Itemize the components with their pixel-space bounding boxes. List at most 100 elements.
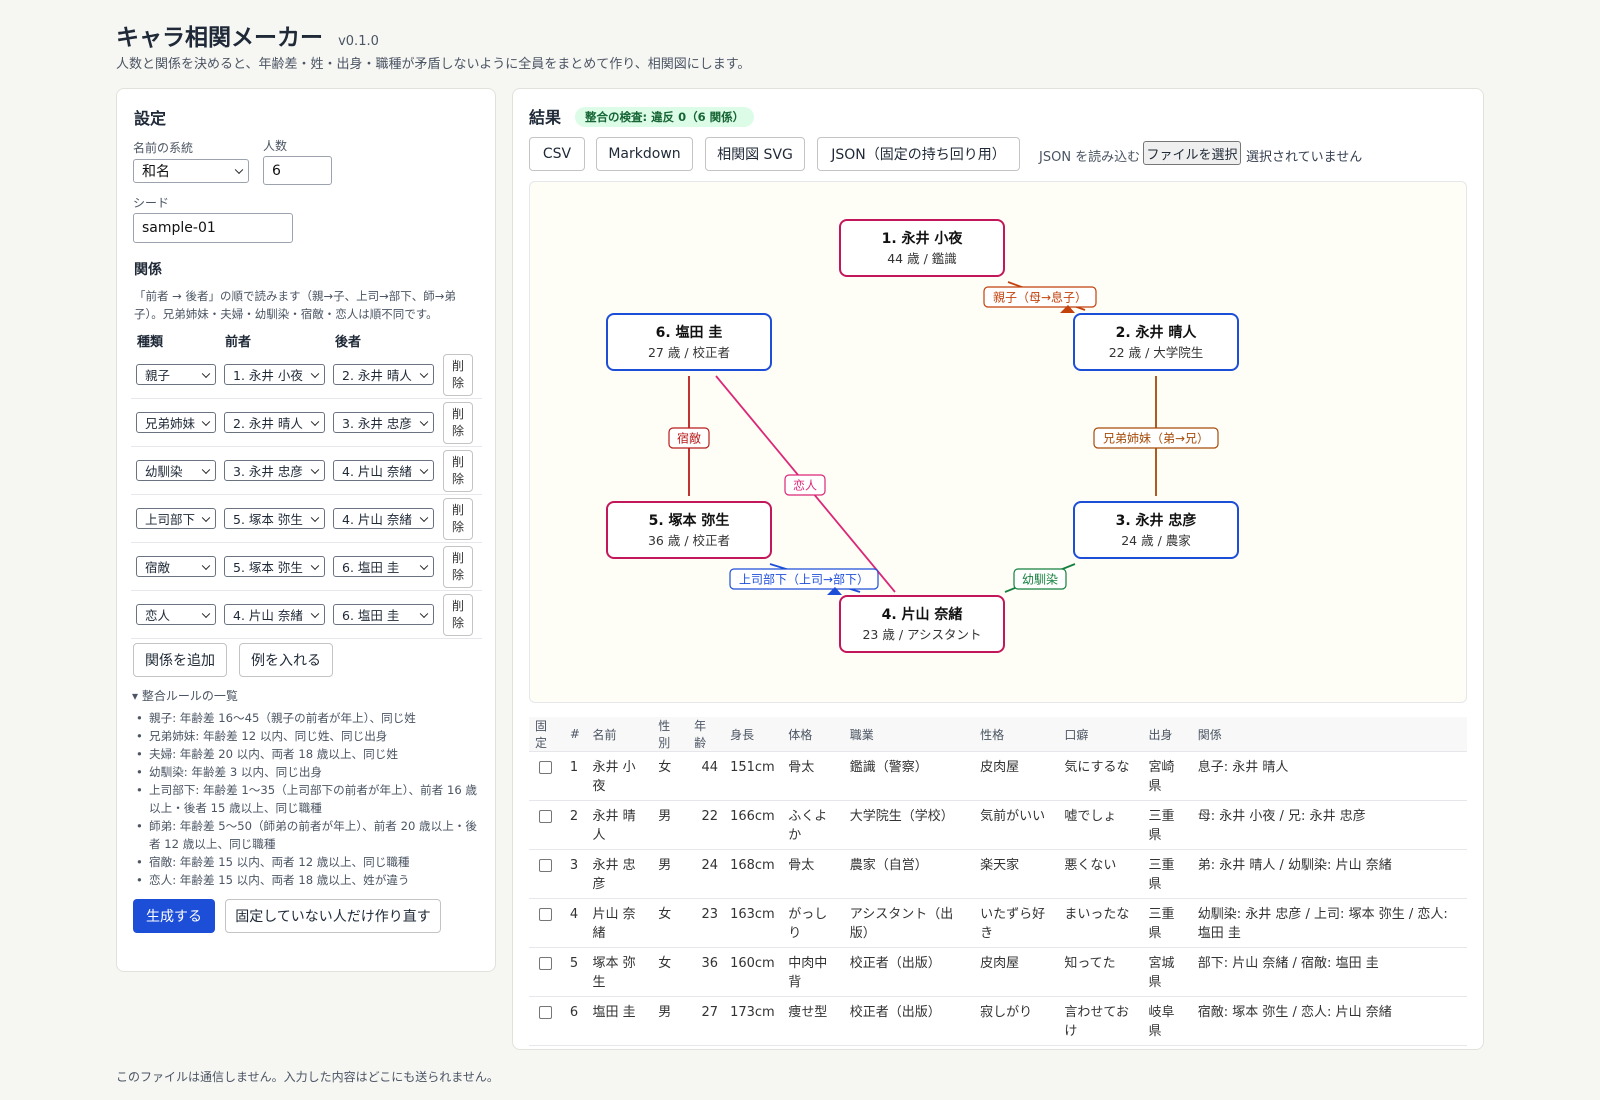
character-node[interactable]: 1. 永井 小夜 44 歳 / 鑑識 xyxy=(839,219,1005,277)
relation-second-select[interactable]: 3. 永井 忠彦 xyxy=(333,412,434,433)
delete-relation-button[interactable]: 削除 xyxy=(443,498,473,540)
cell-relations: 弟: 永井 晴人 / 幼馴染: 片山 奈緒 xyxy=(1191,849,1467,899)
export-json-button[interactable]: JSON（固定の持ち回り用） xyxy=(817,137,1020,171)
add-relation-button[interactable]: 関係を追加 xyxy=(133,643,227,677)
cell-height: 173cm xyxy=(724,996,783,1046)
relation-second-select[interactable]: 6. 塩田 圭 xyxy=(333,556,434,577)
relation-first-select[interactable]: 2. 永井 晴人 xyxy=(224,412,325,433)
regenerate-unfixed-button[interactable]: 固定していない人だけ作り直す xyxy=(225,899,441,933)
cell-relations: 幼馴染: 永井 忠彦 / 上司: 塚本 弥生 / 恋人: 塩田 圭 xyxy=(1191,898,1467,948)
relation-second-select[interactable]: 6. 塩田 圭 xyxy=(333,604,434,625)
seed-label: シード xyxy=(133,196,170,210)
fixed-checkbox[interactable] xyxy=(539,908,552,921)
fixed-checkbox[interactable] xyxy=(539,810,552,823)
node-box xyxy=(606,501,772,559)
delete-relation-button[interactable]: 削除 xyxy=(443,546,473,588)
table-row: 4 片山 奈緒女 23 163cm がっしり アシスタント（出版） いたずら好き まいったな三… xyxy=(529,898,1467,948)
table-header-cell: 性格 xyxy=(974,717,1059,752)
export-csv-button[interactable]: CSV xyxy=(529,137,585,171)
table-header-cell: 名前 xyxy=(586,717,653,752)
cell-personality: 皮肉屋 xyxy=(974,947,1059,997)
relation-second-select[interactable]: 2. 永井 晴人 xyxy=(333,364,434,385)
name-system-select[interactable]: 和名 xyxy=(133,159,249,183)
relation-first-select[interactable]: 4. 片山 奈緒 xyxy=(224,604,325,625)
table-row: 6 塩田 圭男 27 173cm 痩せ型 校正者（出版） 寂しがり 言わせておけ 岐阜県 宿敵: … xyxy=(529,996,1467,1046)
file-choose-button[interactable]: ファイルを選択 xyxy=(1143,141,1241,165)
table-row: 1 永井 小夜女 44 151cm 骨太 鑑識（警察） 皮肉屋 気にするな 宮崎県 息子: 永井 … xyxy=(529,751,1467,801)
name-system-label: 名前の系統 xyxy=(133,141,194,155)
node-detail: 27 歳 / 校正者 xyxy=(648,345,730,360)
relation-type-select[interactable]: 兄弟姉妹 xyxy=(136,412,216,433)
edge-label: 宿敵 xyxy=(668,427,710,449)
delete-relation-button[interactable]: 削除 xyxy=(443,450,473,492)
edge-label: 上司部下（上司→部下） xyxy=(729,568,879,590)
cell-personality: 皮肉屋 xyxy=(974,751,1059,801)
node-name: 5. 塚本 弥生 xyxy=(649,512,730,529)
rule-item: 師弟: 年齢差 5〜50（師弟の前者が年上）、前者 20 歳以上・後者 12 歳… xyxy=(136,817,486,853)
fixed-checkbox[interactable] xyxy=(539,1006,552,1019)
cell-phrase: 悪くない xyxy=(1058,849,1143,899)
relation-type-select[interactable]: 宿敵 xyxy=(136,556,216,577)
table-header-cell: 関係 xyxy=(1191,717,1467,752)
character-node[interactable]: 6. 塩田 圭 27 歳 / 校正者 xyxy=(606,313,772,371)
delete-relation-button[interactable]: 削除 xyxy=(443,402,473,444)
rules-summary-toggle[interactable]: ▾ 整合ルールの一覧 xyxy=(132,687,238,704)
relation-first-select[interactable]: 1. 永井 小夜 xyxy=(224,364,325,385)
character-node[interactable]: 5. 塚本 弥生 36 歳 / 校正者 xyxy=(606,501,772,559)
generate-button[interactable]: 生成する xyxy=(133,899,215,933)
relation-type-select[interactable]: 恋人 xyxy=(136,604,216,625)
relation-type-select[interactable]: 上司部下 xyxy=(136,508,216,529)
fixed-checkbox[interactable] xyxy=(539,957,552,970)
node-detail: 24 歳 / 農家 xyxy=(1121,533,1191,548)
rule-item: 夫婦: 年齢差 20 以内、両者 18 歳以上、同じ姓 xyxy=(136,745,486,763)
relation-first-select[interactable]: 3. 永井 忠彦 xyxy=(224,460,325,481)
character-node[interactable]: 2. 永井 晴人 22 歳 / 大学院生 xyxy=(1073,313,1239,371)
node-name: 6. 塩田 圭 xyxy=(656,324,723,341)
cell-job: 校正者（出版） xyxy=(843,947,975,997)
relation-row: 宿敵 5. 塚本 弥生 6. 塩田 圭削除 xyxy=(131,543,482,591)
cell-origin: 三重県 xyxy=(1142,849,1192,899)
relation-second-select[interactable]: 4. 片山 奈緒 xyxy=(333,460,434,481)
delete-relation-button[interactable]: 削除 xyxy=(443,594,473,636)
node-box xyxy=(606,313,772,371)
fixed-checkbox[interactable] xyxy=(539,761,552,774)
cell-gender: 男 xyxy=(652,849,689,899)
cell-age: 23 xyxy=(688,898,725,948)
table-header-cell: 性別 xyxy=(652,717,689,752)
fixed-checkbox[interactable] xyxy=(539,859,552,872)
export-svg-button[interactable]: 相関図 SVG xyxy=(705,137,805,171)
cell-job: 農家（自営） xyxy=(843,849,975,899)
relation-row: 恋人 4. 片山 奈緒 6. 塩田 圭削除 xyxy=(131,591,482,639)
relation-row: 兄弟姉妹 2. 永井 晴人 3. 永井 忠彦削除 xyxy=(131,399,482,447)
delete-relation-button[interactable]: 削除 xyxy=(443,354,473,396)
node-detail: 36 歳 / 校正者 xyxy=(648,533,730,548)
rule-item: 宿敵: 年齢差 15 以内、両者 12 歳以上、同じ職種 xyxy=(136,853,486,871)
relation-first-select[interactable]: 5. 塚本 弥生 xyxy=(224,508,325,529)
count-input[interactable]: 6 xyxy=(263,156,332,185)
node-name: 3. 永井 忠彦 xyxy=(1116,512,1197,529)
insert-example-button[interactable]: 例を入れる xyxy=(239,643,333,677)
count-label: 人数 xyxy=(263,139,288,153)
cell-name: 永井 小夜 xyxy=(586,751,653,801)
file-status: 選択されていません xyxy=(1246,150,1363,165)
cell-origin: 三重県 xyxy=(1142,800,1192,850)
node-detail: 44 歳 / 鑑識 xyxy=(887,251,957,266)
count-value: 6 xyxy=(272,162,281,179)
relation-type-select[interactable]: 幼馴染 xyxy=(136,460,216,481)
rule-item: 上司部下: 年齢差 1〜35（上司部下の前者が年上）、前者 16 歳以上・後者 … xyxy=(136,781,486,817)
cell-phrase: 知ってた xyxy=(1058,947,1143,997)
table-header-row: 固定 # 名前 性別 年齢 身長 体格 職業 性格 口癖 出身 関係 xyxy=(529,717,1467,752)
relation-first-select[interactable]: 5. 塚本 弥生 xyxy=(224,556,325,577)
seed-input[interactable]: sample-01 xyxy=(133,213,293,243)
relation-type-select[interactable]: 親子 xyxy=(136,364,216,385)
character-node[interactable]: 3. 永井 忠彦 24 歳 / 農家 xyxy=(1073,501,1239,559)
rule-item: 幼馴染: 年齢差 3 以内、同じ出身 xyxy=(136,763,486,781)
relation-second-select[interactable]: 4. 片山 奈緒 xyxy=(333,508,434,529)
relation-row: 親子 1. 永井 小夜 2. 永井 晴人削除 xyxy=(131,351,482,399)
character-node[interactable]: 4. 片山 奈緒 23 歳 / アシスタント xyxy=(839,595,1005,653)
edge-label: 幼馴染 xyxy=(1013,568,1067,590)
cell-height: 166cm xyxy=(724,800,783,850)
json-load-label: JSON を読み込む xyxy=(1039,150,1141,165)
export-markdown-button[interactable]: Markdown xyxy=(596,137,693,171)
relations-note: 「前者 → 後者」の順で読みます（親→子、上司→部下、師→弟子）。兄弟姉妹・夫婦… xyxy=(134,289,456,321)
